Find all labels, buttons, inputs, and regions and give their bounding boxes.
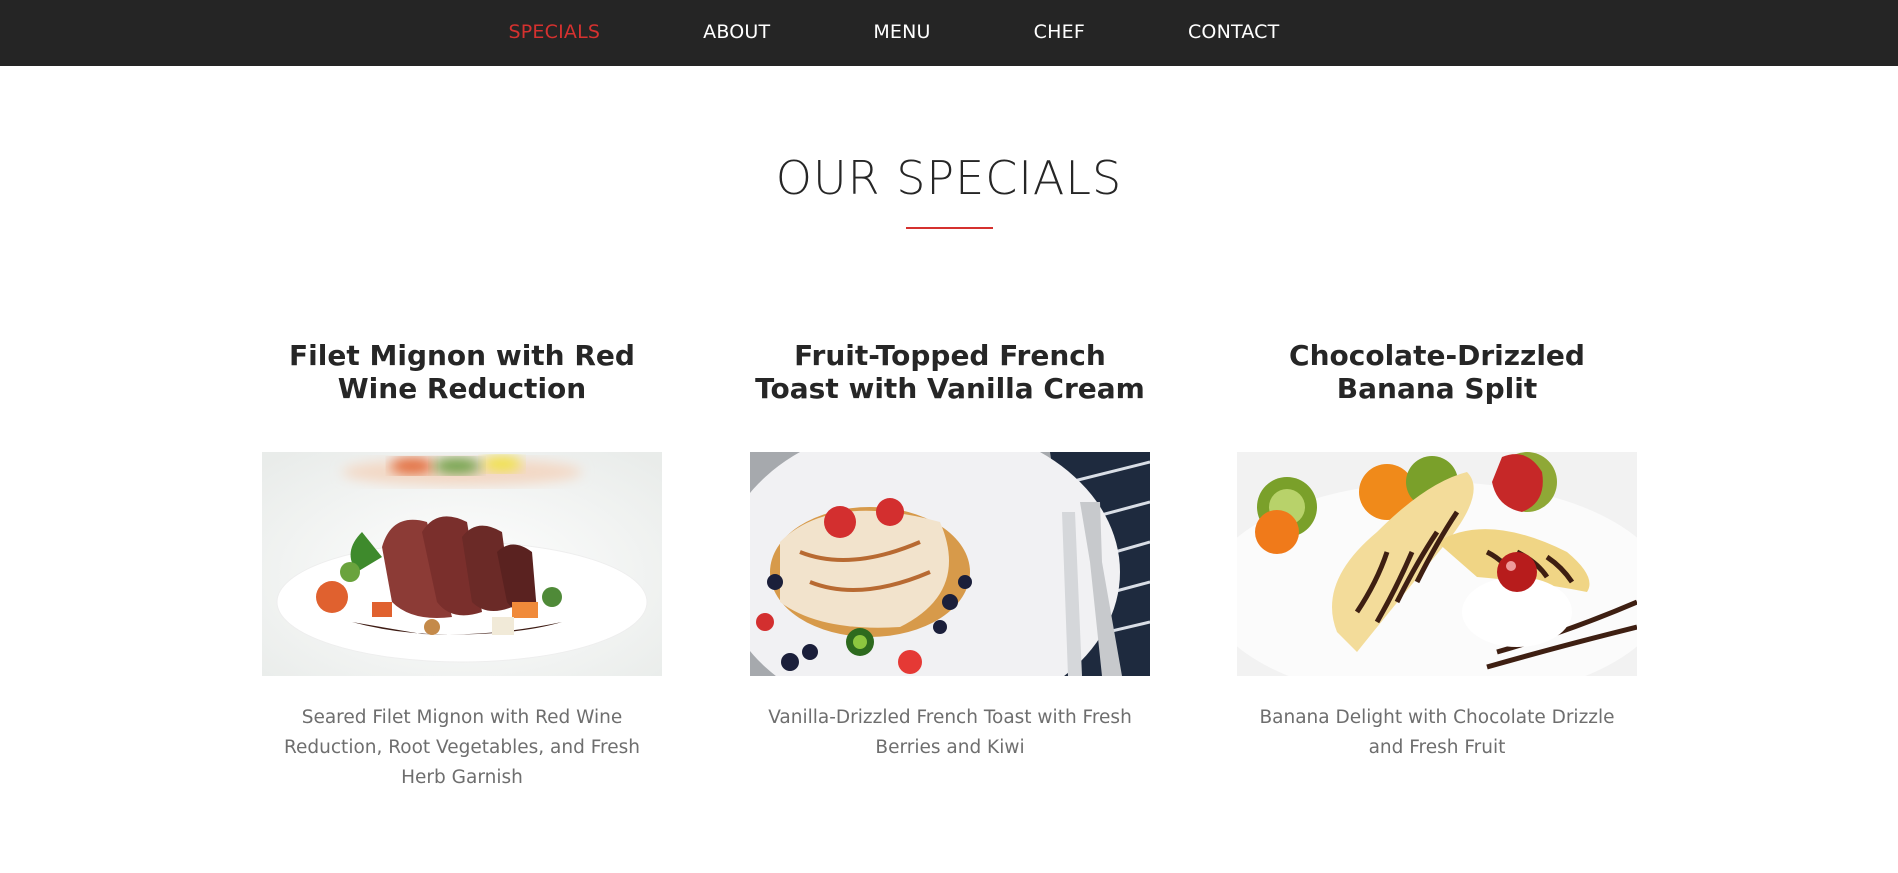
top-navbar: SPECIALS ABOUT MENU CHEF CONTACT (0, 0, 1898, 66)
nav-item-specials[interactable]: SPECIALS (509, 21, 601, 43)
title-underline (906, 227, 993, 229)
nav-item-contact[interactable]: CONTACT (1188, 21, 1280, 43)
card-description: Seared Filet Mignon with Red Wine Reduct… (284, 707, 640, 788)
nav-list: SPECIALS ABOUT MENU CHEF CONTACT (509, 21, 1280, 43)
banana-split-image (1237, 452, 1637, 676)
nav-item-menu[interactable]: MENU (873, 21, 930, 43)
section-title: OUR SPECIALS (775, 151, 1123, 205)
filet-mignon-image (262, 452, 662, 676)
nav-item-chef[interactable]: CHEF (1034, 21, 1085, 43)
card-title: Filet Mignon with Red Wine Reduction (289, 339, 635, 405)
french-toast-image (750, 452, 1150, 676)
special-card-banana-split: Chocolate-Drizzled Banana Split Banana D… (1237, 339, 1637, 763)
card-title: Chocolate-Drizzled Banana Split (1289, 339, 1585, 405)
special-card-french-toast: Fruit-Topped French Toast with Vanilla C… (750, 339, 1150, 763)
card-description: Banana Delight with Chocolate Drizzle an… (1259, 707, 1615, 758)
card-description: Vanilla-Drizzled French Toast with Fresh… (768, 707, 1132, 758)
special-card-filet-mignon: Filet Mignon with Red Wine Reduction Sea… (262, 339, 662, 793)
card-title: Fruit-Topped French Toast with Vanilla C… (755, 339, 1145, 405)
nav-item-about[interactable]: ABOUT (703, 21, 770, 43)
